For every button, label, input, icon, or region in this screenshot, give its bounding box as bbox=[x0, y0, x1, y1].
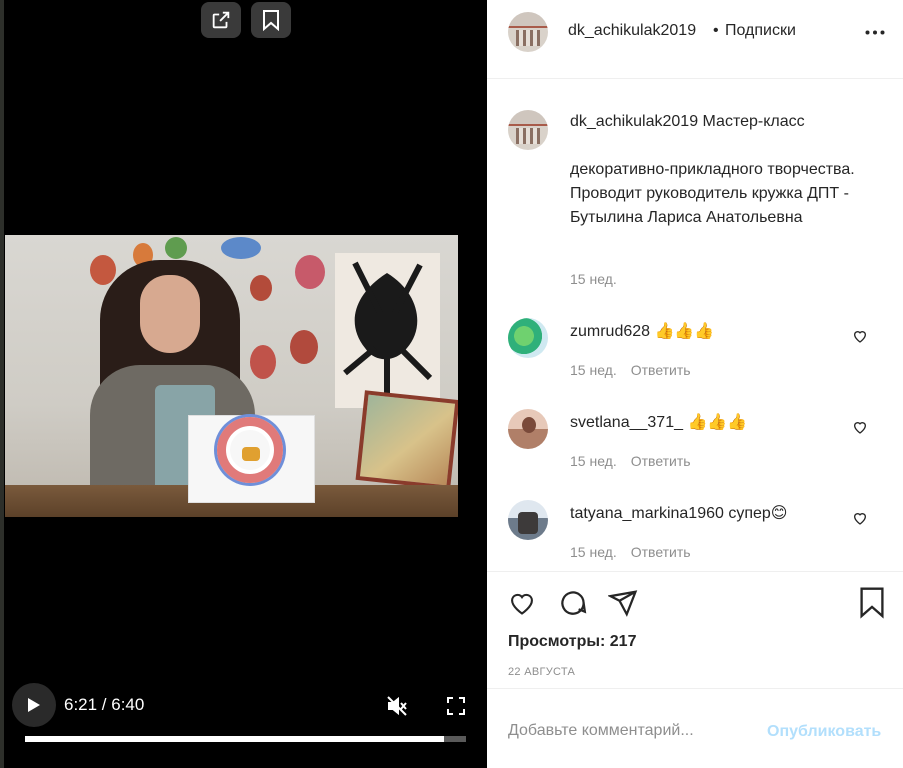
comment-text: 👍👍👍 bbox=[654, 323, 715, 340]
save-button[interactable] bbox=[855, 586, 889, 620]
video-frame bbox=[5, 235, 458, 517]
framed-painting bbox=[355, 390, 458, 490]
avatar[interactable] bbox=[508, 318, 548, 358]
publish-button[interactable]: Опубликовать bbox=[767, 723, 881, 741]
wall-decoration bbox=[290, 330, 318, 364]
mute-icon bbox=[387, 696, 407, 716]
comment-username[interactable]: tatyana_markina1960 bbox=[570, 505, 724, 522]
play-button[interactable] bbox=[12, 683, 56, 727]
avatar[interactable] bbox=[508, 110, 548, 150]
avatar[interactable] bbox=[508, 12, 548, 52]
heart-icon[interactable] bbox=[852, 328, 868, 344]
comment-text-line: tatyana_markina1960 супер😊 bbox=[570, 503, 787, 523]
caption-first-line: dk_achikulak2019 Мастер-класс bbox=[570, 113, 805, 131]
caption-text-first: Мастер-класс bbox=[702, 113, 805, 130]
comment-meta: 15 нед. Ответить bbox=[570, 453, 691, 469]
open-post-button[interactable] bbox=[201, 2, 241, 38]
share-button[interactable] bbox=[606, 586, 640, 620]
heart-icon[interactable] bbox=[852, 510, 868, 526]
mute-button[interactable] bbox=[384, 693, 410, 719]
follow-status-button[interactable]: Подписки bbox=[725, 22, 796, 40]
share-icon bbox=[608, 590, 638, 617]
comment-icon bbox=[561, 591, 587, 615]
reply-button[interactable]: Ответить bbox=[631, 362, 691, 378]
reply-button[interactable]: Ответить bbox=[631, 544, 691, 560]
wall-decoration bbox=[250, 275, 272, 301]
wall-decoration bbox=[295, 255, 325, 289]
video-progress-fill bbox=[25, 736, 444, 742]
wall-decoration bbox=[90, 255, 116, 285]
wall-poster bbox=[335, 253, 440, 408]
reply-button[interactable]: Ответить bbox=[631, 453, 691, 469]
comment-text: супер😊 bbox=[728, 505, 788, 522]
view-count[interactable]: Просмотры: 217 bbox=[508, 633, 636, 651]
fullscreen-button[interactable] bbox=[444, 694, 468, 718]
craft-center bbox=[242, 447, 260, 461]
comment-username[interactable]: svetlana__371_ bbox=[570, 414, 683, 431]
header-separator: • bbox=[713, 22, 719, 39]
comment-text: 👍👍👍 bbox=[687, 414, 748, 431]
wall-decoration bbox=[165, 237, 187, 259]
more-icon bbox=[865, 30, 885, 34]
video-player[interactable]: 6:21 / 6:40 bbox=[0, 0, 487, 768]
presenter-face bbox=[140, 275, 200, 353]
comment-time: 15 нед. bbox=[570, 362, 617, 378]
avatar[interactable] bbox=[508, 500, 548, 540]
comment-item: svetlana__371_ 👍👍👍 15 нед. Ответить bbox=[487, 409, 903, 489]
save-icon bbox=[860, 587, 884, 619]
caption-timestamp: 15 нед. bbox=[570, 271, 617, 287]
heart-icon bbox=[511, 593, 533, 615]
caption-username[interactable]: dk_achikulak2019 bbox=[570, 113, 698, 130]
comment-username[interactable]: zumrud628 bbox=[570, 323, 650, 340]
video-time: 6:21 / 6:40 bbox=[64, 695, 145, 714]
more-options-button[interactable] bbox=[863, 23, 887, 41]
comment-item: zumrud628 👍👍👍 15 нед. Ответить bbox=[487, 318, 903, 398]
caption-text: декоративно-прикладного творчества. Пров… bbox=[570, 161, 855, 226]
fullscreen-icon bbox=[447, 697, 465, 715]
post-header: dk_achikulak2019 • Подписки bbox=[487, 0, 903, 79]
wall-decoration bbox=[221, 237, 261, 259]
comment-meta: 15 нед. Ответить bbox=[570, 544, 691, 560]
post-panel: dk_achikulak2019 • Подписки dk_achikulak… bbox=[487, 0, 903, 768]
edge-strip bbox=[0, 0, 4, 768]
comment-time: 15 нед. bbox=[570, 453, 617, 469]
post-date: 22 АВГУСТА bbox=[508, 666, 576, 678]
play-icon bbox=[28, 698, 40, 712]
comment-text-line: svetlana__371_ 👍👍👍 bbox=[570, 412, 747, 432]
avatar[interactable] bbox=[508, 409, 548, 449]
comment-item: tatyana_markina1960 супер😊 15 нед. Ответи… bbox=[487, 500, 903, 580]
comment-text-line: zumrud628 👍👍👍 bbox=[570, 321, 714, 341]
comment-input[interactable] bbox=[508, 720, 758, 742]
comment-meta: 15 нед. Ответить bbox=[570, 362, 691, 378]
bookmark-button[interactable] bbox=[251, 2, 291, 38]
header-username[interactable]: dk_achikulak2019 bbox=[568, 22, 696, 40]
like-button[interactable] bbox=[505, 586, 539, 620]
open-link-icon bbox=[212, 11, 230, 29]
comment-time: 15 нед. bbox=[570, 544, 617, 560]
post-actions: Просмотры: 217 22 АВГУСТА Опубликовать bbox=[487, 571, 903, 768]
heart-icon[interactable] bbox=[852, 419, 868, 435]
comment-button[interactable] bbox=[556, 586, 590, 620]
video-progress-bar[interactable] bbox=[25, 736, 466, 742]
wall-decoration bbox=[250, 345, 276, 379]
bookmark-icon bbox=[263, 10, 279, 31]
